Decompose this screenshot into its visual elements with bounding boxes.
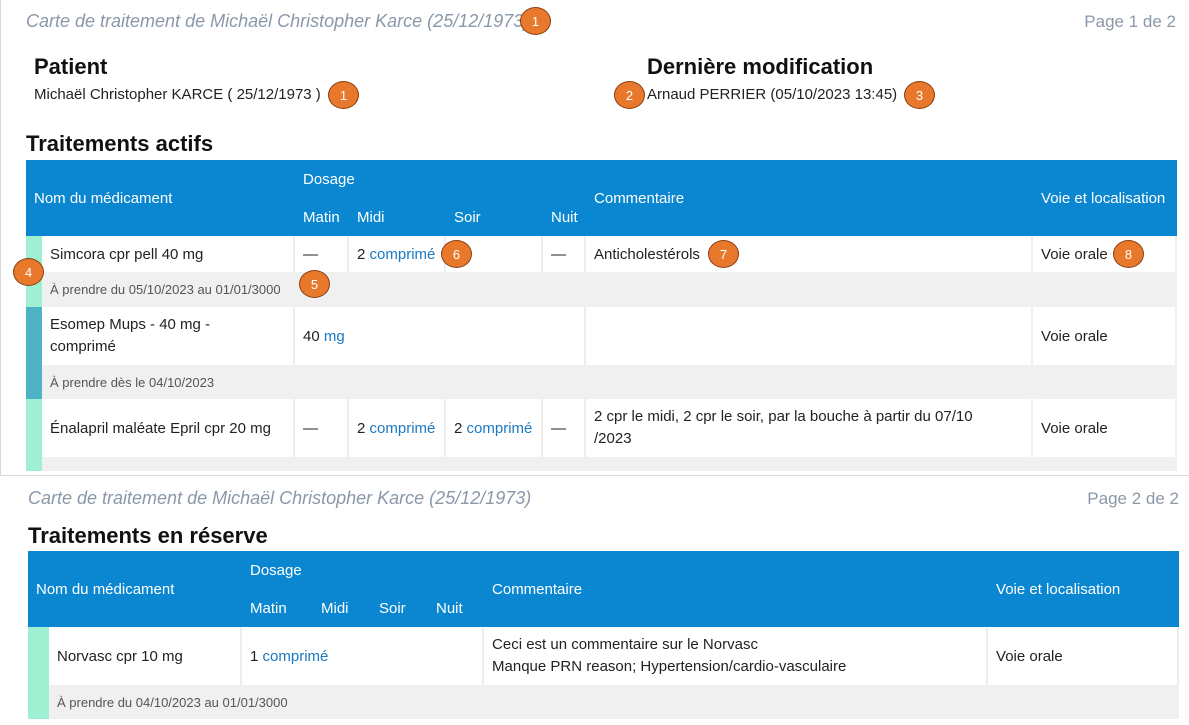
- col-header-matin: Matin: [295, 198, 349, 236]
- route: Voie orale: [1033, 307, 1178, 365]
- status-bar: [26, 307, 42, 399]
- page-number: Page 1 de 2: [1084, 12, 1176, 31]
- section-title-active: Traitements actifs: [26, 131, 214, 156]
- dose-unit: comprimé: [262, 647, 329, 665]
- comment: 2 cpr le midi, 2 cpr le soir, par la bou…: [586, 399, 1034, 457]
- dose-total: 40 mg: [295, 307, 587, 365]
- col-header-dosage: Dosage: [295, 160, 587, 198]
- section-title-reserve: Traitements en réserve: [28, 523, 268, 548]
- dose-matin: —: [295, 399, 349, 457]
- page-header-title: Carte de traitement de Michaël Christoph…: [28, 488, 532, 508]
- reserve-treatments-table: Nom du médicament Dosage Commentaire Voi…: [28, 551, 1180, 719]
- annotation-badge-8: 8: [1113, 240, 1144, 268]
- col-header-midi: Midi: [349, 198, 446, 236]
- annotation-badge-6: 6: [441, 240, 472, 268]
- dose-unit: comprimé: [369, 419, 436, 437]
- period-text: À prendre du 05/10/2023 au 01/01/3000: [42, 272, 1178, 307]
- page-header-title: Carte de traitement de Michaël Christoph…: [26, 11, 530, 31]
- period-row: À prendre du 05/10/2023 au 01/01/3000: [26, 272, 1178, 307]
- annotation-badge-1: 1: [520, 7, 551, 35]
- patient-heading: Patient: [34, 54, 108, 79]
- page-1: Carte de traitement de Michaël Christoph…: [0, 0, 1189, 476]
- annotation-badge-7: 7: [708, 240, 739, 268]
- annotation-badge-4: 4: [13, 258, 44, 286]
- comment: Ceci est un commentaire sur le Norvasc Ma…: [484, 627, 989, 685]
- col-header-nuit: Nuit: [543, 198, 587, 236]
- page-2: Carte de traitement de Michaël Christoph…: [0, 477, 1189, 725]
- comment: Anticholestérols: [586, 236, 1034, 272]
- table-row[interactable]: Norvasc cpr 10 mg 1 comprimé Ceci est un…: [28, 627, 1180, 719]
- route: Voie orale: [988, 627, 1180, 685]
- annotation-badge-3: 3: [904, 81, 935, 109]
- col-header-route: Voie et localisation: [1033, 160, 1178, 236]
- medication-name: Simcora cpr pell 40 mg: [42, 236, 295, 272]
- table-row[interactable]: Énalapril maléate Epril cpr 20 mg — 2 co…: [26, 399, 1178, 471]
- dose-nuit: —: [543, 236, 587, 272]
- period-text: À prendre du 04/10/2023 au 01/01/3000: [49, 685, 1180, 719]
- route: Voie orale: [1033, 236, 1178, 272]
- col-header-matin: Matin: [242, 589, 313, 627]
- patient-value: Michaël Christopher KARCE ( 25/12/1973 ): [34, 86, 321, 103]
- page-number: Page 2 de 2: [1087, 489, 1179, 508]
- period-text: À prendre dès le 04/10/2023: [42, 365, 1178, 399]
- col-header-route: Voie et localisation: [988, 551, 1180, 627]
- period-row: À prendre dès le 04/10/2023: [26, 365, 1178, 399]
- dose-nuit: —: [543, 399, 587, 457]
- route: Voie orale: [1033, 399, 1178, 457]
- dose-midi: 2 comprimé: [349, 399, 446, 457]
- dose-total: 1 comprimé: [242, 627, 485, 685]
- col-header-name: Nom du médicament: [26, 160, 295, 236]
- dose-soir: 2 comprimé: [446, 399, 543, 457]
- medication-name: Esomep Mups - 40 mg - comprimé: [42, 307, 295, 365]
- col-header-comment: Commentaire: [586, 160, 1034, 236]
- col-header-soir: Soir: [446, 198, 543, 236]
- medication-name: Norvasc cpr 10 mg: [49, 627, 242, 685]
- col-header-name: Nom du médicament: [28, 551, 242, 627]
- status-bar: [26, 399, 42, 471]
- period-row: À prendre du 04/10/2023 au 01/01/3000: [28, 685, 1180, 719]
- annotation-badge-2: 2: [614, 81, 645, 109]
- dose-unit: comprimé: [369, 245, 436, 263]
- medication-name: Énalapril maléate Epril cpr 20 mg: [42, 399, 295, 457]
- period-row: [26, 457, 1178, 471]
- annotation-badge-1b: 1: [328, 81, 359, 109]
- dose-unit: comprimé: [466, 419, 533, 437]
- table-row[interactable]: Esomep Mups - 40 mg - comprimé 40 mg Voie…: [26, 307, 1178, 399]
- col-header-dosage: Dosage: [242, 551, 485, 589]
- comment: [586, 307, 1034, 365]
- col-header-comment: Commentaire: [484, 551, 989, 627]
- dose-midi: 2 comprimé: [349, 236, 446, 272]
- dose-unit: mg: [323, 327, 345, 345]
- dose-matin: —: [295, 236, 349, 272]
- table-row[interactable]: Simcora cpr pell 40 mg — 2 comprimé — An…: [26, 236, 1178, 307]
- active-treatments-table: Nom du médicament Dosage Commentaire Voi…: [26, 160, 1178, 471]
- lastmod-heading: Dernière modification: [647, 54, 874, 79]
- annotation-badge-5: 5: [299, 270, 330, 298]
- col-header-nuit: Nuit: [428, 589, 485, 627]
- status-bar: [28, 627, 49, 719]
- col-header-soir: Soir: [371, 589, 428, 627]
- lastmod-value: Arnaud PERRIER (05/10/2023 13:45): [647, 86, 898, 103]
- col-header-midi: Midi: [313, 589, 371, 627]
